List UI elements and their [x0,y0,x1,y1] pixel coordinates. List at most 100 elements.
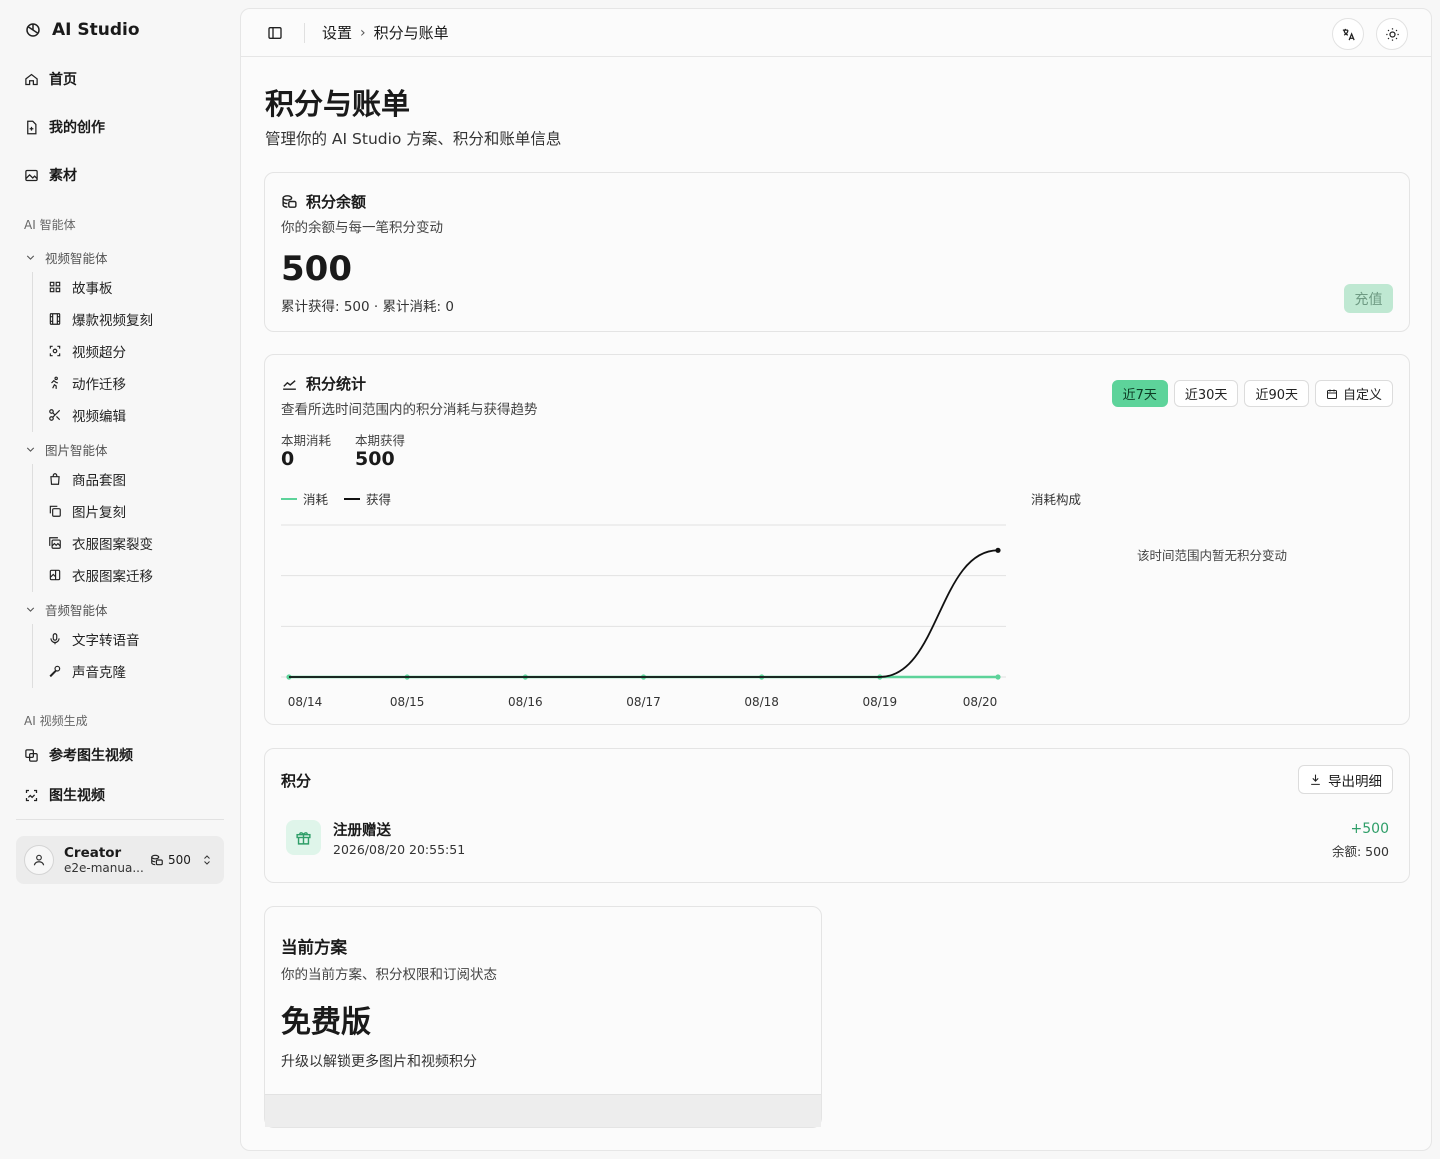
sub-item-label: 衣服图案裂变 [72,537,153,553]
nav-item-image-to-video[interactable]: 图生视频 [24,783,105,807]
sub-item-label: 故事板 [72,281,113,297]
coins-icon [151,854,163,866]
range-30d-button[interactable]: 近30天 [1173,380,1239,407]
transactions-card: 积分 导出明细 注册赠送 2026/08/20 20:55:51 +500 余额… [264,748,1410,883]
stats-card: 积分统计 查看所选时间范围内的积分消耗与获得趋势 近7天 近30天 近90天 自… [264,354,1410,725]
coins-icon [282,195,297,208]
brand[interactable]: AI Studio [24,20,140,40]
breadcrumb-settings[interactable]: 设置 [322,22,352,43]
range-90d-button[interactable]: 近90天 [1244,380,1309,407]
compose-title: 消耗构成 [1031,492,1082,507]
sub-item-label: 衣服图案迁移 [72,569,153,585]
running-icon [51,376,59,389]
transaction-time: 2026/08/20 20:55:51 [333,842,466,857]
sub-item-image-remake[interactable]: 图片复刻 [48,500,126,522]
sidebar-toggle-icon[interactable] [267,25,283,41]
sub-item-label: 视频超分 [72,345,126,361]
scissors-icon [49,409,61,421]
chart-point [995,547,1001,553]
copy-icon [49,505,61,517]
user-icon [33,854,45,866]
sub-item-tts[interactable]: 文字转语音 [48,628,140,650]
sub-item-label: 文字转语音 [72,633,140,649]
balance-value: 500 [281,249,352,289]
image-split-icon [49,537,61,549]
sub-item-storyboard[interactable]: 故事板 [48,276,113,298]
sub-item-label: 商品套图 [72,473,126,489]
sub-item-product-set[interactable]: 商品套图 [48,468,126,490]
section-label-agents: AI 智能体 [24,218,76,232]
group-line [32,272,33,432]
user-card[interactable]: Creator e2e-manua... 500 [16,836,224,884]
export-button-label: 导出明细 [1328,773,1382,790]
gift-icon [296,832,311,845]
chevron-down-icon [26,255,35,260]
sub-item-pattern-split[interactable]: 衣服图案裂变 [48,532,153,554]
chart-x-tick-label: 08/19 [863,695,898,709]
sub-item-label: 爆款视频复刻 [72,313,153,329]
sub-item-voice-clone[interactable]: 声音克隆 [48,660,126,682]
plan-card-title: 当前方案 [281,938,347,957]
group-line [32,624,33,688]
balance-card: 积分余额 你的余额与每一笔积分变动 500 累计获得: 500 · 累计消耗: … [264,172,1410,332]
breadcrumb-current: 积分与账单 [373,24,449,42]
chart-point [995,674,1001,680]
breadcrumb: 设置 › 积分与账单 [322,22,449,43]
plan-hint: 升级以解锁更多图片和视频积分 [281,1054,477,1070]
group-line [32,464,33,592]
compose-empty-text: 该时间范围内暂无积分变动 [1137,548,1288,563]
user-email: e2e-manua... [64,861,144,875]
chevron-down-icon [26,447,35,452]
shopping-bag-icon [50,473,60,485]
range-7d-button[interactable]: 近7天 [1111,380,1168,407]
sub-item-label: 视频编辑 [72,409,126,425]
group-label: 音频智能体 [45,603,108,618]
transaction-icon [286,820,321,855]
group-image-agents[interactable]: 图片智能体 [24,440,108,459]
export-button[interactable]: 导出明细 [1298,765,1393,794]
film-icon [49,313,61,325]
image-transfer-icon [49,569,61,581]
image-icon [25,169,38,181]
chart-x-tick-label: 08/17 [626,695,661,709]
nav-item-label: 参考图生视频 [49,748,133,764]
user-info: Creator e2e-manua... [64,845,144,875]
theme-toggle-button[interactable] [1376,18,1408,50]
nav-item-ref-image-video[interactable]: 参考图生视频 [24,743,133,767]
topbar-separator [304,23,305,43]
file-plus-icon [27,120,37,134]
nav-item-label: 我的创作 [49,120,105,136]
nav-item-home[interactable]: 首页 [24,67,77,91]
nav-item-label: 图生视频 [49,788,105,804]
nav-item-my-creations[interactable]: 我的创作 [24,115,105,139]
sub-item-video-upscale[interactable]: 视频超分 [48,340,126,362]
plan-card: 当前方案 你的当前方案、积分权限和订阅状态 免费版 升级以解锁更多图片和视频积分 [264,906,822,1128]
chart-x-tick-label: 08/20 [963,695,998,709]
mic-clone-icon [49,665,61,678]
chart-x-tick-label: 08/18 [744,695,779,709]
group-label: 视频智能体 [45,251,108,266]
range-custom-button[interactable]: 自定义 [1314,380,1393,407]
sub-item-label: 图片复刻 [72,505,126,521]
chart-x-tick-label: 08/14 [288,695,323,709]
page-title: 积分与账单 [265,87,411,121]
recharge-button[interactable]: 充值 [1344,284,1393,313]
sidebar-divider [16,819,224,820]
nav-item-assets[interactable]: 素材 [24,163,77,187]
user-name: Creator [64,845,122,861]
sub-item-viral-remake[interactable]: 爆款视频复刻 [48,308,153,330]
sub-item-video-edit[interactable]: 视频编辑 [48,404,126,426]
home-icon [25,73,38,85]
group-video-agents[interactable]: 视频智能体 [24,248,108,267]
sub-item-pattern-transfer[interactable]: 衣服图案迁移 [48,564,153,586]
group-audio-agents[interactable]: 音频智能体 [24,600,108,619]
page-subtitle: 管理你的 AI Studio 方案、积分和账单信息 [265,130,562,148]
section-label-video-gen: AI 视频生成 [24,714,88,728]
scan-video-icon [25,789,38,801]
language-button[interactable] [1332,18,1364,50]
sub-item-motion-transfer[interactable]: 动作迁移 [48,372,126,394]
image-video-icon [25,748,38,762]
scan-icon [49,345,61,357]
calendar-icon [1326,389,1337,399]
nav-item-label: 首页 [49,72,77,88]
